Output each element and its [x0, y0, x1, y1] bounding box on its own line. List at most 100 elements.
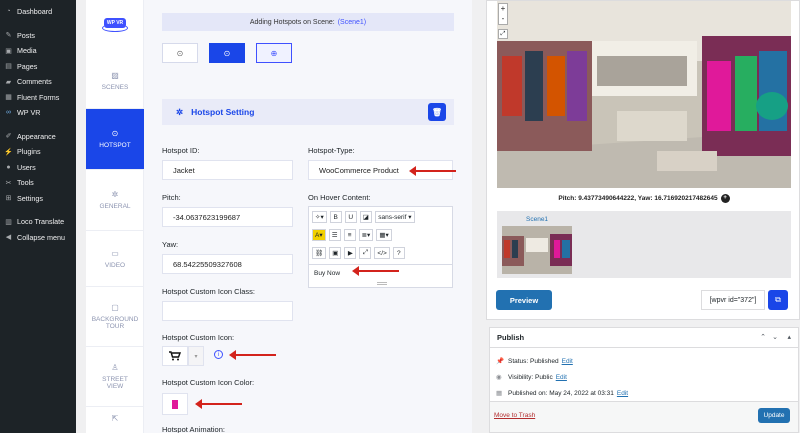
bold-button[interactable]: B — [329, 211, 342, 223]
menu-tools[interactable]: ✂ Tools — [0, 175, 76, 191]
hotspot-2-button[interactable]: ⊙ — [209, 43, 245, 63]
video-insert-icon[interactable]: ▶ — [344, 247, 357, 259]
edit-date-link[interactable]: Edit — [617, 390, 628, 397]
fullscreen-icon[interactable]: ⤢ — [498, 29, 508, 39]
tab-background-tour[interactable]: ▢ BACKGROUND TOUR — [86, 287, 144, 347]
publish-footer: Move to Trash Update — [490, 401, 798, 432]
table-icon[interactable]: ▦▾ — [376, 229, 392, 241]
underline-button[interactable]: U — [344, 211, 357, 223]
resize-grip-icon[interactable] — [377, 282, 387, 285]
visibility-row: ◉ Visibility: Public Edit — [496, 373, 567, 382]
icon-color-picker[interactable] — [162, 393, 188, 415]
tab-scenes[interactable]: ▨ SCENES — [86, 53, 144, 109]
gear-icon: ✲ — [176, 106, 184, 117]
tab-street-view[interactable]: ♙ STREET VIEW — [86, 347, 144, 407]
icon-dropdown-chevron-icon[interactable]: ▾ — [188, 346, 204, 366]
custom-icon-color-label: Hotspot Custom Icon Color: — [162, 378, 255, 387]
delete-hotspot-button[interactable]: 🗑 — [428, 103, 446, 121]
edit-status-link[interactable]: Edit — [562, 358, 573, 365]
menu-dashboard[interactable]: ◔ Dashboard — [0, 4, 76, 20]
menu-collapse[interactable]: ◀ Collapse menu — [0, 230, 76, 246]
cart-icon[interactable] — [162, 346, 188, 366]
menu-posts[interactable]: ✎ Posts — [0, 28, 76, 44]
eraser-icon[interactable]: ◪ — [359, 211, 372, 223]
shortcode-field[interactable]: [wpvr id="372"] — [701, 290, 765, 310]
scene-title: Scene1 — [526, 216, 549, 223]
tab-video[interactable]: ▭ VIDEO — [86, 231, 144, 287]
link-icon[interactable]: ⛓ — [312, 247, 327, 259]
copy-icon: ⧉ — [775, 295, 781, 304]
font-select[interactable]: sans-serif ▾ — [374, 211, 415, 223]
menu-plugins[interactable]: ⚡ Plugins — [0, 144, 76, 160]
menu-loco-translate[interactable]: ▥ Loco Translate — [0, 214, 76, 230]
menu-media[interactable]: ▣ Media — [0, 43, 76, 59]
person-icon: ♙ — [111, 363, 119, 372]
image-icon: ▨ — [111, 70, 119, 80]
hotspot-id-input[interactable]: Jacket — [162, 160, 293, 180]
hotspot-1-button[interactable]: ⊙ — [162, 43, 198, 63]
gear-icon: ✲ — [111, 190, 119, 199]
menu-appearance[interactable]: ✐ Appearance — [0, 129, 76, 145]
dot-icon: ⊙ — [176, 48, 184, 58]
tab-hotspot[interactable]: ⊙ HOTSPOT — [86, 109, 144, 170]
custom-icon-class-input[interactable] — [162, 301, 293, 321]
annotation-arrow — [409, 166, 456, 176]
pin-icon: ✎ — [5, 32, 12, 40]
on-hover-editor: ✧▾ B U ◪ sans-serif ▾ A▾ ☰ ≡ ≣▾ ▦▾ ⛓ ▣ ▶… — [308, 206, 453, 288]
scene-thumbnail[interactable] — [502, 226, 572, 274]
ordered-list-icon[interactable]: ≡ — [343, 229, 356, 241]
text-color-icon[interactable]: A▾ — [312, 229, 326, 241]
zoom-in-button[interactable]: + — [501, 4, 506, 14]
help-button[interactable]: ? — [392, 247, 405, 259]
menu-users[interactable]: ● Users — [0, 160, 76, 176]
hotspot-id-label: Hotspot ID: — [162, 146, 200, 155]
editor-content[interactable]: Buy Now — [309, 264, 452, 282]
wpvr-editor-panel: WP VR ▨ SCENES ⊙ HOTSPOT ✲ GENERAL ▭ VIDEO ▢… — [86, 0, 472, 433]
user-icon: ● — [6, 163, 11, 171]
menu-wp-vr[interactable]: ∞ WP VR — [0, 105, 76, 121]
translate-icon: ▥ — [5, 218, 12, 226]
collapse-triangle-icon[interactable]: ▴ — [787, 333, 791, 341]
info-icon[interactable]: + — [720, 194, 730, 203]
edit-visibility-link[interactable]: Edit — [556, 374, 567, 381]
yaw-input[interactable]: 68.54225509327608 — [162, 254, 293, 274]
pitch-input[interactable]: -34.0637623199687 — [162, 207, 293, 227]
magic-wand-icon[interactable]: ✧▾ — [312, 211, 327, 223]
brush-icon: ✐ — [5, 133, 12, 141]
code-view-button[interactable]: </> — [374, 247, 390, 259]
custom-icon-class-label: Hotspot Custom Icon Class: — [162, 287, 255, 296]
plus-icon: ⊕ — [270, 48, 278, 58]
calendar-icon: ▦ — [496, 390, 503, 397]
align-icon[interactable]: ≣▾ — [358, 229, 374, 241]
chevron-up-icon[interactable]: ⌃ — [760, 333, 766, 341]
yaw-label: Yaw: — [162, 240, 179, 249]
form-icon: ▦ — [5, 94, 12, 102]
tab-general[interactable]: ✲ GENERAL — [86, 170, 144, 231]
video-icon: ▭ — [111, 248, 119, 258]
menu-settings[interactable]: ⊞ Settings — [0, 191, 76, 207]
pin-icon: 📌 — [496, 358, 505, 365]
comment-icon: ▰ — [5, 78, 12, 86]
chevron-down-icon[interactable]: ⌄ — [772, 333, 778, 341]
preview-button[interactable]: Preview — [496, 290, 552, 310]
menu-pages[interactable]: ▤ Pages — [0, 59, 76, 75]
hotspot-type-label: Hotspot-Type: — [308, 146, 355, 155]
copy-shortcode-button[interactable]: ⧉ — [768, 290, 788, 310]
panorama-preview[interactable] — [497, 1, 791, 188]
tab-export[interactable]: ⇱ — [86, 407, 144, 433]
image-insert-icon[interactable]: ▣ — [329, 247, 342, 259]
hotspot-setting-header: ✲ Hotspot Setting 🗑 — [162, 99, 454, 125]
zoom-out-button[interactable]: - — [502, 14, 505, 24]
add-hotspot-button[interactable]: ⊕ — [256, 43, 292, 63]
menu-fluent-forms[interactable]: ▦ Fluent Forms — [0, 90, 76, 106]
right-column: + - ⤢ Pitch: 9.43773490644222, Yaw: 16.7… — [486, 0, 800, 433]
collapse-icon: ◀ — [5, 234, 12, 242]
menu-comments[interactable]: ▰ Comments — [0, 74, 76, 90]
update-button[interactable]: Update — [758, 408, 790, 423]
fullscreen-icon[interactable]: ⤢ — [359, 247, 372, 259]
unordered-list-icon[interactable]: ☰ — [328, 229, 341, 241]
annotation-arrow — [195, 399, 242, 409]
info-icon[interactable]: i — [214, 350, 223, 359]
move-to-trash-link[interactable]: Move to Trash — [494, 412, 535, 419]
scene-banner: Adding Hotspots on Scene: (Scene1) — [162, 13, 454, 31]
